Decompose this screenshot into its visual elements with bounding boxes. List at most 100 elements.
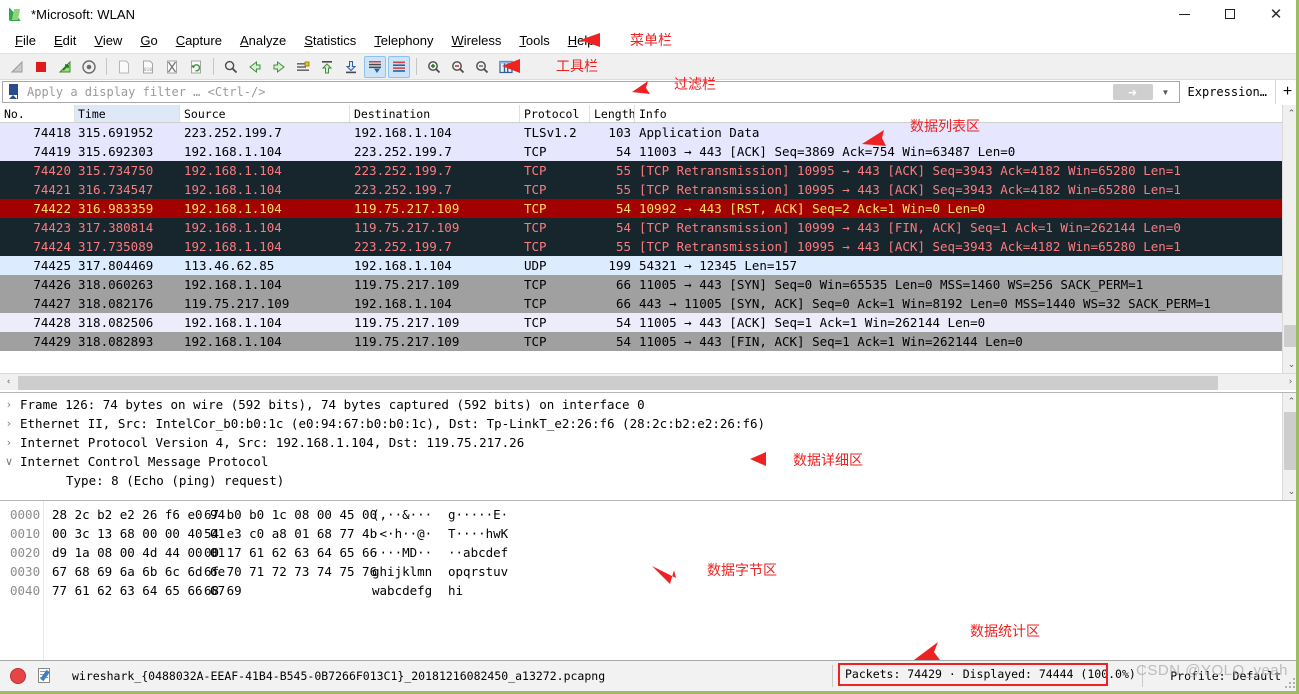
packet-list-horizontal-scrollbar[interactable]: ‹ › [0,373,1296,391]
maximize-button[interactable] [1207,0,1253,28]
hex-dump-row[interactable]: 0000 28 2c b2 e2 26 f6 e0 94 67 b0 b0 1c 0… [0,505,1296,524]
capture-comment-icon[interactable] [36,667,54,685]
menu-item-telephony[interactable]: Telephony [365,31,442,50]
packet-list-row[interactable]: 74428 318.082506 192.168.1.104 119.75.217.1… [0,313,1296,332]
toolbar-separator [213,58,214,75]
packet-list-row[interactable]: 74421 316.734547 192.168.1.104 223.252.199.… [0,180,1296,199]
packet-details-vertical-scrollbar[interactable]: ⌃ ⌄ [1282,393,1296,500]
scroll-up-icon[interactable]: ⌃ [1283,393,1296,410]
packet-cell: 54 [615,144,631,159]
menu-item-edit[interactable]: Edit [45,31,85,50]
scroll-down-icon[interactable]: ⌄ [1283,483,1296,500]
scroll-down-icon[interactable]: ⌄ [1283,356,1296,373]
packet-list-column-header[interactable]: Info [635,105,1296,122]
hex-dump-row[interactable]: 0020 d9 1a 08 00 4d 44 00 01 00 17 61 62 6… [0,543,1296,562]
packet-list-row[interactable]: 74427 318.082176 119.75.217.109 192.168.1.1… [0,294,1296,313]
scrollbar-thumb[interactable] [1284,412,1296,470]
open-file-icon[interactable] [113,56,135,78]
packet-list-row[interactable]: 74429 318.082893 192.168.1.104 119.75.217.1… [0,332,1296,351]
packet-detail-label: Type: 8 (Echo (ping) request) [66,473,285,488]
expert-info-error-icon[interactable] [10,668,26,684]
go-last-packet-icon[interactable] [340,56,362,78]
packet-list-column-header[interactable]: Time [75,105,180,122]
packet-list-column-header[interactable]: Destination [350,105,520,122]
packet-list-row[interactable]: 74420 315.734750 192.168.1.104 223.252.199.… [0,161,1296,180]
menu-item-file[interactable]: File [6,31,45,50]
resize-grip-icon[interactable] [1285,678,1295,688]
packet-list-row[interactable]: 74422 316.983359 192.168.1.104 119.75.217.1… [0,199,1296,218]
menu-item-capture[interactable]: Capture [167,31,231,50]
chevron-right-icon[interactable]: › [0,414,18,433]
packet-list-row[interactable]: 74419 315.692303 192.168.1.104 223.252.199.… [0,142,1296,161]
packet-list-row[interactable]: 74425 317.804469 113.46.62.85 192.168.1.104… [0,256,1296,275]
packet-detail-row[interactable]: ∨ Internet Control Message Protocol [0,452,1296,471]
packet-detail-row[interactable]: › Frame 126: 74 bytes on wire (592 bits),… [0,395,1296,414]
zoom-out-icon[interactable] [447,56,469,78]
packet-list-row[interactable]: 74424 317.735089 192.168.1.104 223.252.199.… [0,237,1296,256]
packet-cell: Application Data [639,125,760,140]
scroll-up-icon[interactable]: ⌃ [1283,105,1296,122]
configuration-profile[interactable]: Profile: Default [1170,669,1281,683]
chevron-down-icon[interactable]: ∨ [0,452,18,471]
packet-list-row[interactable]: 74423 317.380814 192.168.1.104 119.75.217.1… [0,218,1296,237]
save-file-icon[interactable]: 010 [137,56,159,78]
menu-item-go[interactable]: Go [131,31,166,50]
capture-options-icon[interactable] [78,56,100,78]
scrollbar-thumb[interactable] [1284,325,1296,347]
packet-list-row[interactable]: 74426 318.060263 192.168.1.104 119.75.217.1… [0,275,1296,294]
start-capture-icon[interactable] [6,56,28,78]
scroll-left-icon[interactable]: ‹ [0,374,17,391]
go-forward-icon[interactable] [268,56,290,78]
packet-list-column-header[interactable]: Length [590,105,635,122]
packet-list-vertical-scrollbar[interactable]: ⌃ ⌄ [1282,105,1296,373]
packet-detail-row[interactable]: › Internet Protocol Version 4, Src: 192.1… [0,433,1296,452]
packet-cell: 119.75.217.109 [354,201,460,216]
packet-cell: 318.082176 [78,296,154,311]
filter-history-dropdown[interactable]: ▼ [1157,84,1175,100]
packet-cell: 74429 [33,334,71,349]
menu-item-analyze[interactable]: Analyze [231,31,295,50]
close-button[interactable]: ✕ [1253,0,1296,28]
filter-expression-button[interactable]: Expression… [1180,80,1275,104]
go-first-packet-icon[interactable] [316,56,338,78]
zoom-in-icon[interactable] [423,56,445,78]
packet-list-row[interactable]: 74418 315.691952 223.252.199.7 192.168.1.10… [0,123,1296,142]
find-packet-icon[interactable] [220,56,242,78]
hex-bytes-second-half: 54 e3 c0 a8 01 68 77 4b [204,526,378,541]
packet-cell: 192.168.1.104 [184,277,282,292]
apply-filter-button[interactable]: ➜ [1112,84,1153,100]
go-to-packet-icon[interactable] [292,56,314,78]
close-file-icon[interactable] [161,56,183,78]
packet-cell: 55 [615,239,631,254]
resize-columns-icon[interactable] [495,56,517,78]
packet-detail-row[interactable]: › Ethernet II, Src: IntelCor_b0:b0:1c (e0… [0,414,1296,433]
add-filter-button[interactable]: + [1275,80,1296,104]
hex-dump-row[interactable]: 0010 00 3c 13 68 00 00 40 01 54 e3 c0 a8 0… [0,524,1296,543]
reload-file-icon[interactable] [185,56,207,78]
chevron-right-icon[interactable]: › [0,395,18,414]
hex-dump-row[interactable]: 0030 67 68 69 6a 6b 6c 6d 6e 6f 70 71 72 7… [0,562,1296,581]
restart-capture-icon[interactable] [54,56,76,78]
menu-item-wireless[interactable]: Wireless [443,31,511,50]
auto-scroll-icon[interactable] [364,55,386,78]
zoom-reset-icon[interactable] [471,56,493,78]
display-filter-input[interactable]: Apply a display filter … <Ctrl-/> ➜ ▼ [2,81,1180,103]
packet-list-column-header[interactable]: No. [0,105,75,122]
scrollbar-thumb[interactable] [18,376,1218,390]
packet-list-column-header[interactable]: Source [180,105,350,122]
hex-bytes-first-half: 77 61 62 63 64 65 66 67 [52,583,226,598]
scroll-right-icon[interactable]: › [1282,374,1296,391]
menu-item-tools[interactable]: Tools [510,31,558,50]
packet-list-column-header[interactable]: Protocol [520,105,590,122]
colorize-packets-icon[interactable] [388,55,410,78]
hex-dump-row[interactable]: 0040 77 61 62 63 64 65 66 67 68 69 wabcdefg… [0,581,1296,600]
chevron-right-icon[interactable]: › [0,433,18,452]
stop-capture-icon[interactable] [30,56,52,78]
bookmark-icon[interactable] [5,82,21,102]
menu-item-statistics[interactable]: Statistics [295,31,365,50]
packet-detail-row[interactable]: Type: 8 (Echo (ping) request) [0,471,1296,490]
go-back-icon[interactable] [244,56,266,78]
menu-item-view[interactable]: View [85,31,131,50]
menu-item-help[interactable]: Help [559,31,604,50]
minimize-button[interactable] [1161,0,1207,28]
